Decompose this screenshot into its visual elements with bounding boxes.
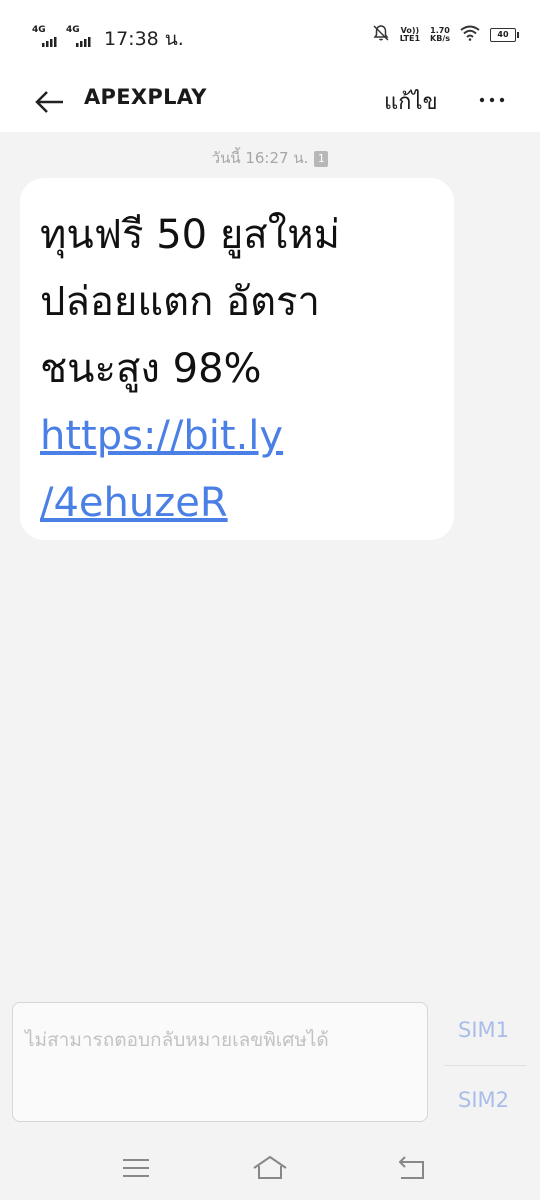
- message-bubble[interactable]: ทุนฟรี 50 ยูสใหม่ ปล่อยแตก อัตรา ชนะสูง …: [20, 178, 454, 540]
- signal-icon: 4G: [32, 25, 58, 49]
- more-options-icon[interactable]: [476, 86, 508, 114]
- battery-level: 40: [497, 30, 509, 39]
- battery-icon: 40: [490, 28, 519, 42]
- status-bar: 4G 4G 17:38 น. Vo)) LTE1 1.70 KB/s 40: [0, 0, 540, 72]
- message-link[interactable]: https://bit.ly: [40, 403, 434, 470]
- message-line: ปล่อยแตก อัตรา: [40, 279, 320, 325]
- composer: ไม่สามารถตอบกลับหมายเลขพิเศษได้ SIM1 SIM…: [0, 992, 540, 1132]
- back-arrow-icon[interactable]: [32, 84, 68, 120]
- back-icon[interactable]: [396, 1154, 428, 1182]
- volte-indicator: Vo)) LTE1: [400, 27, 420, 43]
- sim-divider: [444, 1065, 526, 1066]
- conversation-header: APEXPLAY แก้ไข: [0, 72, 540, 132]
- timestamp-text: วันนี้ 16:27 น.: [211, 149, 309, 167]
- message-input[interactable]: ไม่สามารถตอบกลับหมายเลขพิเศษได้: [12, 1002, 428, 1122]
- message-link[interactable]: /4ehuzeR: [40, 470, 434, 537]
- speed-unit: KB/s: [430, 34, 450, 43]
- lte-label: LTE1: [399, 34, 421, 43]
- input-placeholder: ไม่สามารถตอบกลับหมายเลขพิเศษได้: [25, 1029, 329, 1051]
- edit-button[interactable]: แก้ไข: [384, 84, 438, 119]
- status-right: Vo)) LTE1 1.70 KB/s 40: [372, 24, 519, 46]
- wifi-icon: [460, 25, 480, 45]
- send-sim1-button[interactable]: SIM1: [458, 1018, 509, 1042]
- speed-indicator: 1.70 KB/s: [430, 27, 450, 43]
- contact-title: APEXPLAY: [84, 85, 207, 109]
- status-left: 4G 4G 17:38 น.: [32, 24, 184, 54]
- signal-icon: 4G: [66, 25, 92, 49]
- message-timestamp: วันนี้ 16:27 น. 1: [0, 146, 540, 170]
- send-sim2-button[interactable]: SIM2: [458, 1088, 509, 1112]
- menu-icon[interactable]: [120, 1154, 152, 1182]
- mute-notification-icon: [372, 24, 390, 46]
- home-icon[interactable]: [252, 1154, 288, 1182]
- sim-badge: 1: [314, 151, 329, 167]
- message-line: ชนะสูง 98%: [40, 346, 262, 392]
- navigation-bar: [0, 1132, 540, 1200]
- message-line: ทุนฟรี 50 ยูสใหม่: [40, 212, 340, 258]
- clock: 17:38 น.: [104, 28, 184, 50]
